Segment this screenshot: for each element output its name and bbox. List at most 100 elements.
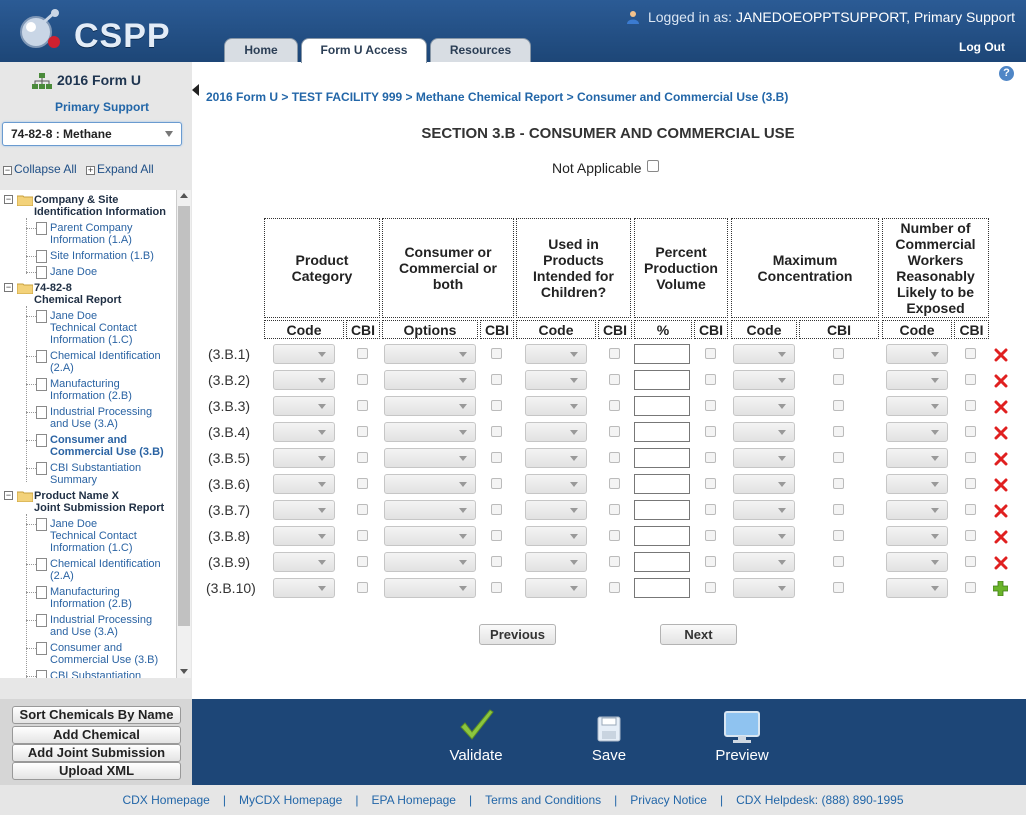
percent-production-input[interactable] bbox=[634, 578, 690, 598]
cbi-checkbox[interactable] bbox=[965, 426, 976, 437]
breadcrumb-facility[interactable]: TEST FACILITY 999 bbox=[292, 90, 402, 104]
tree-item[interactable]: Jane Doe Technical Contact Information (1.… bbox=[50, 518, 137, 554]
children-select[interactable] bbox=[525, 526, 587, 546]
percent-production-input[interactable] bbox=[634, 474, 690, 494]
percent-production-input[interactable] bbox=[634, 370, 690, 390]
tree-item[interactable]: Site Information (1.B) bbox=[50, 250, 154, 262]
preview-button[interactable]: Preview bbox=[714, 699, 770, 769]
cbi-checkbox[interactable] bbox=[609, 374, 620, 385]
product-category-select[interactable] bbox=[273, 396, 335, 416]
cbi-checkbox[interactable] bbox=[357, 582, 368, 593]
cbi-checkbox[interactable] bbox=[705, 478, 716, 489]
collapse-node-icon[interactable]: − bbox=[4, 283, 13, 292]
percent-production-input[interactable] bbox=[634, 344, 690, 364]
cbi-checkbox[interactable] bbox=[965, 504, 976, 515]
previous-button[interactable]: Previous bbox=[479, 624, 556, 645]
collapse-sidebar-icon[interactable] bbox=[192, 84, 199, 96]
tree-item[interactable]: Chemical Identification (2.A) bbox=[50, 350, 161, 374]
cbi-checkbox[interactable] bbox=[357, 452, 368, 463]
workers-exposed-select[interactable] bbox=[886, 578, 948, 598]
tab-home[interactable]: Home bbox=[224, 38, 298, 62]
add-chemical-button[interactable]: Add Chemical bbox=[12, 726, 181, 744]
consumer-commercial-select[interactable] bbox=[384, 578, 476, 598]
children-select[interactable] bbox=[525, 370, 587, 390]
cbi-checkbox[interactable] bbox=[491, 530, 502, 541]
product-category-select[interactable] bbox=[273, 448, 335, 468]
workers-exposed-select[interactable] bbox=[886, 422, 948, 442]
cbi-checkbox[interactable] bbox=[705, 452, 716, 463]
cbi-checkbox[interactable] bbox=[609, 556, 620, 567]
consumer-commercial-select[interactable] bbox=[384, 344, 476, 364]
max-concentration-select[interactable] bbox=[733, 552, 795, 572]
cbi-checkbox[interactable] bbox=[705, 400, 716, 411]
cbi-checkbox[interactable] bbox=[833, 504, 844, 515]
delete-row-icon[interactable] bbox=[994, 556, 1008, 570]
tree-item[interactable]: Industrial Processing and Use (3.A) bbox=[50, 406, 152, 430]
cbi-checkbox[interactable] bbox=[965, 582, 976, 593]
product-category-select[interactable] bbox=[273, 526, 335, 546]
percent-production-input[interactable] bbox=[634, 500, 690, 520]
cbi-checkbox[interactable] bbox=[705, 530, 716, 541]
tree-item[interactable]: Jane Doe Technical Contact Information (1.… bbox=[50, 310, 137, 346]
cbi-checkbox[interactable] bbox=[357, 504, 368, 515]
children-select[interactable] bbox=[525, 578, 587, 598]
cbi-checkbox[interactable] bbox=[357, 530, 368, 541]
cbi-checkbox[interactable] bbox=[833, 582, 844, 593]
cbi-checkbox[interactable] bbox=[609, 478, 620, 489]
cbi-checkbox[interactable] bbox=[609, 530, 620, 541]
breadcrumb-chemical-report[interactable]: Methane Chemical Report bbox=[416, 90, 563, 104]
children-select[interactable] bbox=[525, 474, 587, 494]
consumer-commercial-select[interactable] bbox=[384, 422, 476, 442]
percent-production-input[interactable] bbox=[634, 552, 690, 572]
children-select[interactable] bbox=[525, 448, 587, 468]
workers-exposed-select[interactable] bbox=[886, 526, 948, 546]
workers-exposed-select[interactable] bbox=[886, 370, 948, 390]
add-row-icon[interactable] bbox=[993, 581, 1008, 596]
consumer-commercial-select[interactable] bbox=[384, 448, 476, 468]
tree-item[interactable]: CBI Substantiation Summary bbox=[50, 462, 141, 486]
cbi-checkbox[interactable] bbox=[965, 348, 976, 359]
scroll-thumb[interactable] bbox=[178, 206, 190, 626]
not-applicable-checkbox[interactable] bbox=[647, 160, 659, 172]
footer-link-helpdesk[interactable]: CDX Helpdesk: (888) 890-1995 bbox=[736, 793, 903, 807]
cbi-checkbox[interactable] bbox=[609, 400, 620, 411]
footer-link-privacy[interactable]: Privacy Notice bbox=[630, 793, 707, 807]
tree-item[interactable]: Chemical Identification (2.A) bbox=[50, 558, 161, 582]
cbi-checkbox[interactable] bbox=[833, 374, 844, 385]
cbi-checkbox[interactable] bbox=[833, 556, 844, 567]
percent-production-input[interactable] bbox=[634, 526, 690, 546]
product-category-select[interactable] bbox=[273, 370, 335, 390]
cbi-checkbox[interactable] bbox=[705, 556, 716, 567]
percent-production-input[interactable] bbox=[634, 396, 690, 416]
cbi-checkbox[interactable] bbox=[965, 374, 976, 385]
tree-item[interactable]: Industrial Processing and Use (3.A) bbox=[50, 614, 152, 638]
cbi-checkbox[interactable] bbox=[705, 504, 716, 515]
product-category-select[interactable] bbox=[273, 500, 335, 520]
cbi-checkbox[interactable] bbox=[357, 426, 368, 437]
children-select[interactable] bbox=[525, 552, 587, 572]
cbi-checkbox[interactable] bbox=[357, 556, 368, 567]
footer-link-epa-homepage[interactable]: EPA Homepage bbox=[371, 793, 456, 807]
workers-exposed-select[interactable] bbox=[886, 552, 948, 572]
cbi-checkbox[interactable] bbox=[705, 426, 716, 437]
max-concentration-select[interactable] bbox=[733, 448, 795, 468]
cbi-checkbox[interactable] bbox=[705, 348, 716, 359]
delete-row-icon[interactable] bbox=[994, 478, 1008, 492]
workers-exposed-select[interactable] bbox=[886, 448, 948, 468]
tree-scrollbar[interactable] bbox=[176, 190, 191, 678]
product-category-select[interactable] bbox=[273, 474, 335, 494]
help-icon[interactable]: ? bbox=[999, 66, 1014, 81]
cbi-checkbox[interactable] bbox=[833, 348, 844, 359]
percent-production-input[interactable] bbox=[634, 448, 690, 468]
footer-link-terms[interactable]: Terms and Conditions bbox=[485, 793, 601, 807]
tree-item[interactable]: Manufacturing Information (2.B) bbox=[50, 378, 132, 402]
max-concentration-select[interactable] bbox=[733, 396, 795, 416]
workers-exposed-select[interactable] bbox=[886, 344, 948, 364]
delete-row-icon[interactable] bbox=[994, 452, 1008, 466]
tab-resources[interactable]: Resources bbox=[430, 38, 531, 62]
tree-item[interactable]: Manufacturing Information (2.B) bbox=[50, 586, 132, 610]
expand-all-link[interactable]: + Expand All bbox=[86, 162, 154, 176]
max-concentration-select[interactable] bbox=[733, 370, 795, 390]
children-select[interactable] bbox=[525, 422, 587, 442]
collapse-all-link[interactable]: − Collapse All bbox=[3, 162, 77, 176]
